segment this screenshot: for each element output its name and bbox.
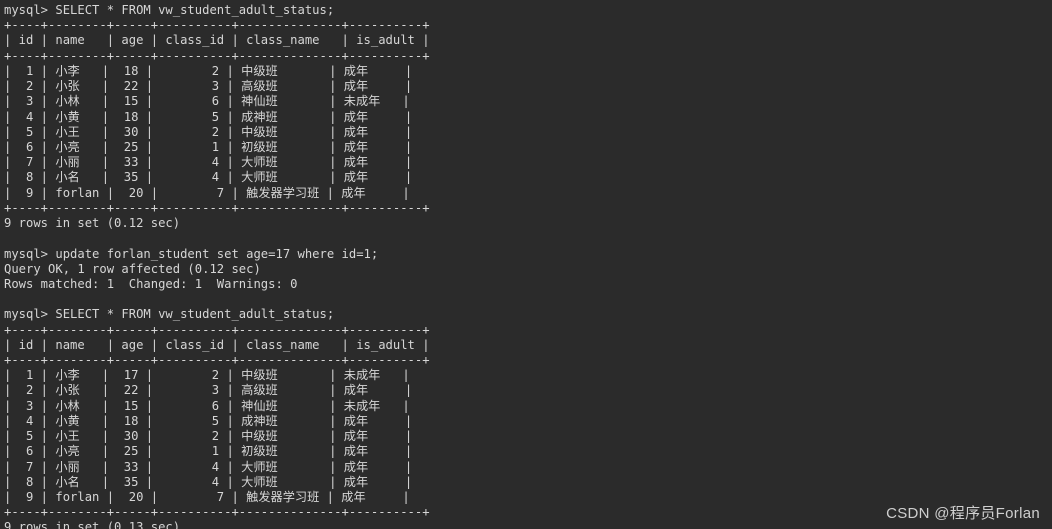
result-footer-1: 9 rows in set (0.12 sec) — [4, 216, 181, 231]
update-query-ok: Query OK, 1 row affected (0.12 sec) — [4, 261, 261, 276]
command-line-update: mysql> update forlan_student set age=17 … — [4, 246, 379, 261]
table-separator-top-1: +----+--------+-----+----------+--------… — [4, 18, 430, 33]
table-row: | 1 | 小李 | 17 | 2 | 中级班 | 未成年 | — [4, 368, 410, 383]
csdn-watermark: CSDN @程序员Forlan — [886, 504, 1040, 522]
table-row: | 4 | 小黄 | 18 | 5 | 成神班 | 成年 | — [4, 413, 413, 428]
table-row: | 2 | 小张 | 22 | 3 | 高级班 | 成年 | — [4, 383, 413, 398]
table-row: | 9 | forlan | 20 | 7 | 触发器学习班 | 成年 | — [4, 490, 410, 504]
table-row: | 8 | 小名 | 35 | 4 | 大师班 | 成年 | — [4, 474, 413, 489]
table-header-2: | id | name | age | class_id | class_nam… — [4, 337, 430, 352]
table-row: | 5 | 小王 | 30 | 2 | 中级班 | 成年 | — [4, 429, 413, 444]
command-line-select-1: mysql> SELECT * FROM vw_student_adult_st… — [4, 3, 335, 17]
table-row: | 1 | 小李 | 18 | 2 | 中级班 | 成年 | — [4, 63, 413, 78]
table-separator-mid-1: +----+--------+-----+----------+--------… — [4, 48, 430, 63]
table-row: | 6 | 小亮 | 25 | 1 | 初级班 | 成年 | — [4, 139, 413, 154]
table-row: | 4 | 小黄 | 18 | 5 | 成神班 | 成年 | — [4, 109, 413, 124]
table-row: | 5 | 小王 | 30 | 2 | 中级班 | 成年 | — [4, 124, 413, 139]
table-separator-mid-2: +----+--------+-----+----------+--------… — [4, 353, 430, 368]
table-row: | 3 | 小林 | 15 | 6 | 神仙班 | 未成年 | — [4, 94, 410, 109]
table-row: | 6 | 小亮 | 25 | 1 | 初级班 | 成年 | — [4, 444, 413, 459]
terminal-window[interactable]: mysql> SELECT * FROM vw_student_adult_st… — [0, 0, 1052, 529]
update-rows-matched: Rows matched: 1 Changed: 1 Warnings: 0 — [4, 276, 298, 291]
table-row: | 7 | 小丽 | 33 | 4 | 大师班 | 成年 | — [4, 459, 413, 474]
table-separator-bottom-1: +----+--------+-----+----------+--------… — [4, 200, 430, 215]
table-row: | 3 | 小林 | 15 | 6 | 神仙班 | 未成年 | — [4, 398, 410, 413]
table-separator-top-2: +----+--------+-----+----------+--------… — [4, 322, 430, 337]
table-row: | 8 | 小名 | 35 | 4 | 大师班 | 成年 | — [4, 170, 413, 185]
table-row: | 2 | 小张 | 22 | 3 | 高级班 | 成年 | — [4, 79, 413, 94]
table-header-1: | id | name | age | class_id | class_nam… — [4, 33, 430, 48]
table-row: | 7 | 小丽 | 33 | 4 | 大师班 | 成年 | — [4, 155, 413, 170]
table-row: | 9 | forlan | 20 | 7 | 触发器学习班 | 成年 | — [4, 185, 410, 200]
command-line-select-2: mysql> SELECT * FROM vw_student_adult_st… — [4, 307, 335, 322]
